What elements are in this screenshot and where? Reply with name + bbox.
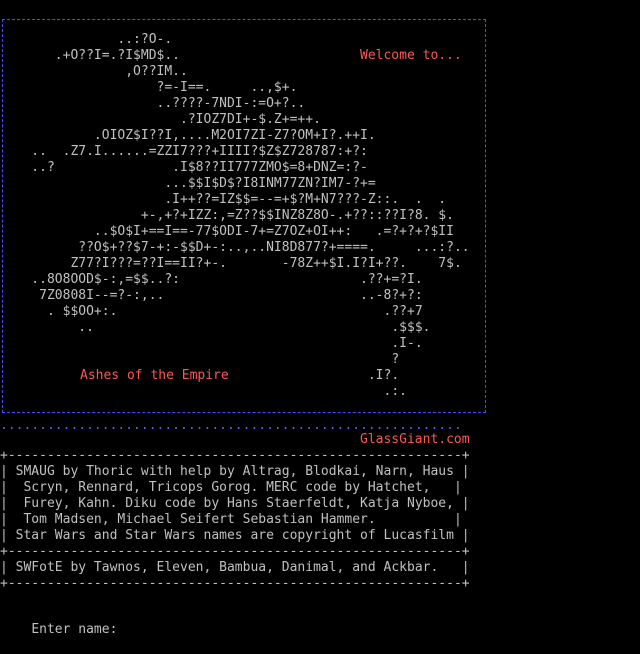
credits-bottom-border: +---------------------------------------…	[0, 576, 470, 591]
ascii-art-line: +-,+?+IZZ:,=Z??$$INZ8Z8O-.+??::??I?8. $.	[0, 208, 454, 223]
credits-line: | Scryn, Rennard, Tricops Gorog. MERC co…	[0, 480, 462, 495]
name-prompt-label: Enter name:	[31, 622, 126, 637]
welcome-text: Welcome to...	[360, 48, 462, 63]
ascii-art-line: .I-.	[0, 336, 423, 351]
ascii-art-line: ...$$I$D$?I8INM77ZN?IM7-?+=	[0, 176, 376, 191]
game-title: Ashes of the Empire	[80, 368, 229, 383]
ascii-art-line: ..? .I$8??II777ZMO$=8+DNZ=:?-	[0, 160, 368, 175]
ascii-art-line: .. .Z7.I......=ZZI7???+IIII?$Z$Z728787:+…	[0, 144, 368, 159]
ascii-art-line: ?	[0, 352, 400, 367]
ascii-art-line: ?=-I==. ..,$+.	[0, 80, 298, 95]
ascii-art-line: ..????-7NDI-:=O+?..	[0, 96, 306, 111]
ascii-art-line: .+O??I=.?I$MD$..	[0, 48, 181, 63]
credits-line: | SMAUG by Thoric with help by Altrag, B…	[0, 464, 470, 479]
art-frame-right	[485, 19, 486, 413]
ascii-art-line: ??O$+??$7-+:-$$D+-:..,..NI8D877?+====. .…	[0, 240, 470, 255]
ascii-art-line: . $$OO+:. .??+7	[0, 304, 423, 319]
ascii-art-line: ,O??IM..	[0, 64, 188, 79]
ascii-art-line: .I++??=IZ$$=--=+$?M+N7???-Z::. . .	[0, 192, 447, 207]
ascii-art-line: .. .$$$.	[0, 320, 431, 335]
terminal-screen: ..:?O-. .+O??I=.?I$MD$.. ,O??IM.. ?=-I==…	[0, 0, 640, 637]
ascii-art-line: ..:?O-.	[0, 32, 173, 47]
credits-line: | Furey, Kahn. Diku code by Hans Staerfe…	[0, 496, 470, 511]
ascii-art-line: .?IOZ7DI+-$.Z+=++.	[0, 112, 321, 127]
site-name: GlassGiant.com	[360, 432, 470, 447]
credits-line: | Star Wars and Star Wars names are copy…	[0, 528, 470, 543]
art-frame-bottom	[2, 412, 486, 413]
ascii-art-line: .:.	[0, 384, 408, 399]
credits-top-border: +---------------------------------------…	[0, 448, 470, 463]
ascii-art-line: .OIOZ$I??I,....M2OI7ZI-Z7?OM+I?.++I.	[0, 128, 376, 143]
credits-line: | Tom Madsen, Michael Seifert Sebastian …	[0, 512, 462, 527]
art-frame-top	[2, 19, 486, 20]
swfote-credit: | SWFotE by Tawnos, Eleven, Bambua, Dani…	[0, 560, 470, 575]
ascii-art-line: ..8O8OOD$-:,=$$..?: .??+=?I.	[0, 272, 423, 287]
ascii-art-line: Z77?I???=??I==II?+-. -78Z++$I.I?I+??. 7$…	[0, 256, 462, 271]
ascii-art-line: 7Z0808I--=?-:,.. ..-8?+?:	[0, 288, 423, 303]
name-prompt-row[interactable]: Enter name:	[0, 606, 125, 637]
ascii-art-line: ..$O$I+==I==-77$ODI-7+=Z7OZ+OI++: .=?+?+…	[0, 224, 454, 239]
credits-middle-border: +---------------------------------------…	[0, 544, 470, 559]
